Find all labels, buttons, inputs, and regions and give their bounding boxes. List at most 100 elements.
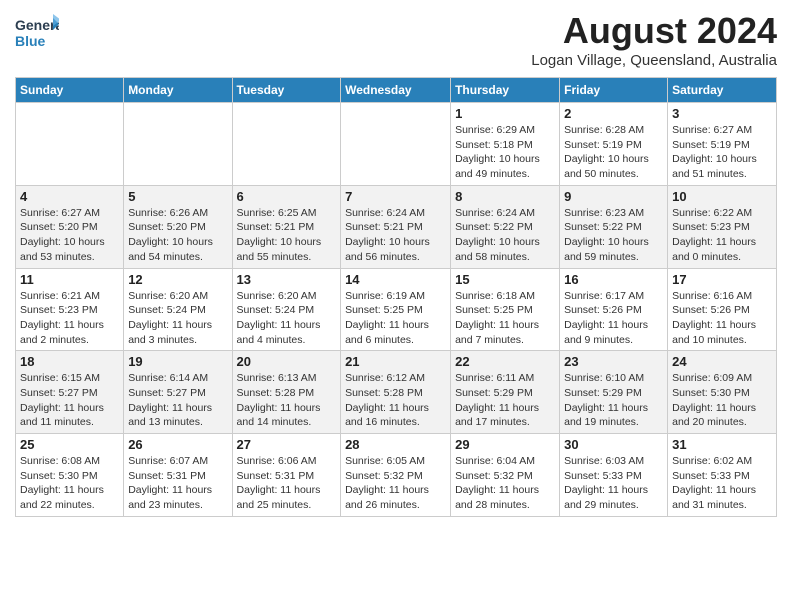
calendar-cell: 20 Sunrise: 6:13 AM Sunset: 5:28 PM Dayli… bbox=[232, 351, 341, 434]
day-info: Sunrise: 6:20 AM Sunset: 5:24 PM Dayligh… bbox=[237, 289, 337, 348]
calendar-cell bbox=[232, 103, 341, 186]
calendar-cell: 10 Sunrise: 6:22 AM Sunset: 5:23 PM Dayli… bbox=[668, 185, 777, 268]
day-info: Sunrise: 6:18 AM Sunset: 5:25 PM Dayligh… bbox=[455, 289, 555, 348]
day-info: Sunrise: 6:15 AM Sunset: 5:27 PM Dayligh… bbox=[20, 371, 119, 430]
calendar-cell: 24 Sunrise: 6:09 AM Sunset: 5:30 PM Dayli… bbox=[668, 351, 777, 434]
day-info: Sunrise: 6:12 AM Sunset: 5:28 PM Dayligh… bbox=[345, 371, 446, 430]
day-info: Sunrise: 6:20 AM Sunset: 5:24 PM Dayligh… bbox=[128, 289, 227, 348]
day-number: 19 bbox=[128, 354, 227, 369]
week-row-4: 18 Sunrise: 6:15 AM Sunset: 5:27 PM Dayli… bbox=[16, 351, 777, 434]
day-number: 18 bbox=[20, 354, 119, 369]
day-info: Sunrise: 6:21 AM Sunset: 5:23 PM Dayligh… bbox=[20, 289, 119, 348]
calendar-cell: 5 Sunrise: 6:26 AM Sunset: 5:20 PM Daylig… bbox=[124, 185, 232, 268]
day-info: Sunrise: 6:29 AM Sunset: 5:18 PM Dayligh… bbox=[455, 123, 555, 182]
calendar-cell: 27Sunrise: 6:06 AM Sunset: 5:31 PM Dayli… bbox=[232, 434, 341, 517]
day-number: 23 bbox=[564, 354, 663, 369]
day-number: 3 bbox=[672, 106, 772, 121]
calendar-cell: 6 Sunrise: 6:25 AM Sunset: 5:21 PM Daylig… bbox=[232, 185, 341, 268]
calendar-cell: 15 Sunrise: 6:18 AM Sunset: 5:25 PM Dayli… bbox=[451, 268, 560, 351]
day-number: 25 bbox=[20, 437, 119, 452]
week-row-1: 1Sunrise: 6:29 AM Sunset: 5:18 PM Daylig… bbox=[16, 103, 777, 186]
day-info: Sunrise: 6:11 AM Sunset: 5:29 PM Dayligh… bbox=[455, 371, 555, 430]
weekday-header-tuesday: Tuesday bbox=[232, 78, 341, 103]
day-number: 22 bbox=[455, 354, 555, 369]
calendar-cell: 16 Sunrise: 6:17 AM Sunset: 5:26 PM Dayli… bbox=[560, 268, 668, 351]
calendar-cell: 14 Sunrise: 6:19 AM Sunset: 5:25 PM Dayli… bbox=[341, 268, 451, 351]
calendar-cell: 7Sunrise: 6:24 AM Sunset: 5:21 PM Daylig… bbox=[341, 185, 451, 268]
day-info: Sunrise: 6:26 AM Sunset: 5:20 PM Dayligh… bbox=[128, 206, 227, 265]
day-number: 6 bbox=[237, 189, 337, 204]
calendar-cell bbox=[16, 103, 124, 186]
calendar-cell: 11 Sunrise: 6:21 AM Sunset: 5:23 PM Dayli… bbox=[16, 268, 124, 351]
calendar-cell: 9 Sunrise: 6:23 AM Sunset: 5:22 PM Daylig… bbox=[560, 185, 668, 268]
day-info: Sunrise: 6:14 AM Sunset: 5:27 PM Dayligh… bbox=[128, 371, 227, 430]
day-number: 31 bbox=[672, 437, 772, 452]
day-number: 21 bbox=[345, 354, 446, 369]
day-number: 26 bbox=[128, 437, 227, 452]
day-info: Sunrise: 6:23 AM Sunset: 5:22 PM Dayligh… bbox=[564, 206, 663, 265]
day-info: Sunrise: 6:03 AM Sunset: 5:33 PM Dayligh… bbox=[564, 454, 663, 513]
svg-text:Blue: Blue bbox=[15, 33, 46, 49]
day-number: 5 bbox=[128, 189, 227, 204]
day-number: 2 bbox=[564, 106, 663, 121]
weekday-header-friday: Friday bbox=[560, 78, 668, 103]
day-info: Sunrise: 6:13 AM Sunset: 5:28 PM Dayligh… bbox=[237, 371, 337, 430]
calendar-cell: 4Sunrise: 6:27 AM Sunset: 5:20 PM Daylig… bbox=[16, 185, 124, 268]
day-number: 12 bbox=[128, 272, 227, 287]
day-info: Sunrise: 6:17 AM Sunset: 5:26 PM Dayligh… bbox=[564, 289, 663, 348]
day-info: Sunrise: 6:16 AM Sunset: 5:26 PM Dayligh… bbox=[672, 289, 772, 348]
calendar-cell: 31Sunrise: 6:02 AM Sunset: 5:33 PM Dayli… bbox=[668, 434, 777, 517]
calendar-cell: 19 Sunrise: 6:14 AM Sunset: 5:27 PM Dayli… bbox=[124, 351, 232, 434]
day-info: Sunrise: 6:07 AM Sunset: 5:31 PM Dayligh… bbox=[128, 454, 227, 513]
day-info: Sunrise: 6:27 AM Sunset: 5:20 PM Dayligh… bbox=[20, 206, 119, 265]
day-number: 14 bbox=[345, 272, 446, 287]
calendar-cell: 8Sunrise: 6:24 AM Sunset: 5:22 PM Daylig… bbox=[451, 185, 560, 268]
day-number: 10 bbox=[672, 189, 772, 204]
calendar-cell: 18 Sunrise: 6:15 AM Sunset: 5:27 PM Dayli… bbox=[16, 351, 124, 434]
calendar-cell: 17 Sunrise: 6:16 AM Sunset: 5:26 PM Dayli… bbox=[668, 268, 777, 351]
weekday-header-wednesday: Wednesday bbox=[341, 78, 451, 103]
day-number: 15 bbox=[455, 272, 555, 287]
day-number: 9 bbox=[564, 189, 663, 204]
day-number: 16 bbox=[564, 272, 663, 287]
day-info: Sunrise: 6:08 AM Sunset: 5:30 PM Dayligh… bbox=[20, 454, 119, 513]
week-row-2: 4Sunrise: 6:27 AM Sunset: 5:20 PM Daylig… bbox=[16, 185, 777, 268]
location-subtitle: Logan Village, Queensland, Australia bbox=[531, 52, 777, 69]
day-number: 24 bbox=[672, 354, 772, 369]
calendar-cell: 22 Sunrise: 6:11 AM Sunset: 5:29 PM Dayli… bbox=[451, 351, 560, 434]
weekday-header-monday: Monday bbox=[124, 78, 232, 103]
day-number: 28 bbox=[345, 437, 446, 452]
day-number: 8 bbox=[455, 189, 555, 204]
day-number: 30 bbox=[564, 437, 663, 452]
calendar-cell bbox=[341, 103, 451, 186]
day-number: 17 bbox=[672, 272, 772, 287]
calendar-cell bbox=[124, 103, 232, 186]
month-year-title: August 2024 bbox=[531, 10, 777, 52]
weekday-header-saturday: Saturday bbox=[668, 78, 777, 103]
day-number: 13 bbox=[237, 272, 337, 287]
svg-text:General: General bbox=[15, 17, 59, 33]
day-info: Sunrise: 6:28 AM Sunset: 5:19 PM Dayligh… bbox=[564, 123, 663, 182]
day-info: Sunrise: 6:25 AM Sunset: 5:21 PM Dayligh… bbox=[237, 206, 337, 265]
day-info: Sunrise: 6:22 AM Sunset: 5:23 PM Dayligh… bbox=[672, 206, 772, 265]
day-number: 20 bbox=[237, 354, 337, 369]
day-info: Sunrise: 6:27 AM Sunset: 5:19 PM Dayligh… bbox=[672, 123, 772, 182]
day-info: Sunrise: 6:05 AM Sunset: 5:32 PM Dayligh… bbox=[345, 454, 446, 513]
day-info: Sunrise: 6:19 AM Sunset: 5:25 PM Dayligh… bbox=[345, 289, 446, 348]
calendar-cell: 12 Sunrise: 6:20 AM Sunset: 5:24 PM Dayli… bbox=[124, 268, 232, 351]
calendar-cell: 23 Sunrise: 6:10 AM Sunset: 5:29 PM Dayli… bbox=[560, 351, 668, 434]
calendar-cell: 2 Sunrise: 6:28 AM Sunset: 5:19 PM Daylig… bbox=[560, 103, 668, 186]
day-info: Sunrise: 6:10 AM Sunset: 5:29 PM Dayligh… bbox=[564, 371, 663, 430]
week-row-5: 25 Sunrise: 6:08 AM Sunset: 5:30 PM Dayli… bbox=[16, 434, 777, 517]
day-info: Sunrise: 6:09 AM Sunset: 5:30 PM Dayligh… bbox=[672, 371, 772, 430]
logo-icon: General Blue bbox=[15, 10, 59, 54]
week-row-3: 11 Sunrise: 6:21 AM Sunset: 5:23 PM Dayli… bbox=[16, 268, 777, 351]
weekday-header-row: SundayMondayTuesdayWednesdayThursdayFrid… bbox=[16, 78, 777, 103]
day-number: 27 bbox=[237, 437, 337, 452]
calendar-table: SundayMondayTuesdayWednesdayThursdayFrid… bbox=[15, 77, 777, 517]
logo: General Blue bbox=[15, 10, 59, 54]
day-number: 7 bbox=[345, 189, 446, 204]
calendar-cell: 21 Sunrise: 6:12 AM Sunset: 5:28 PM Dayli… bbox=[341, 351, 451, 434]
calendar-cell: 13 Sunrise: 6:20 AM Sunset: 5:24 PM Dayli… bbox=[232, 268, 341, 351]
day-number: 11 bbox=[20, 272, 119, 287]
